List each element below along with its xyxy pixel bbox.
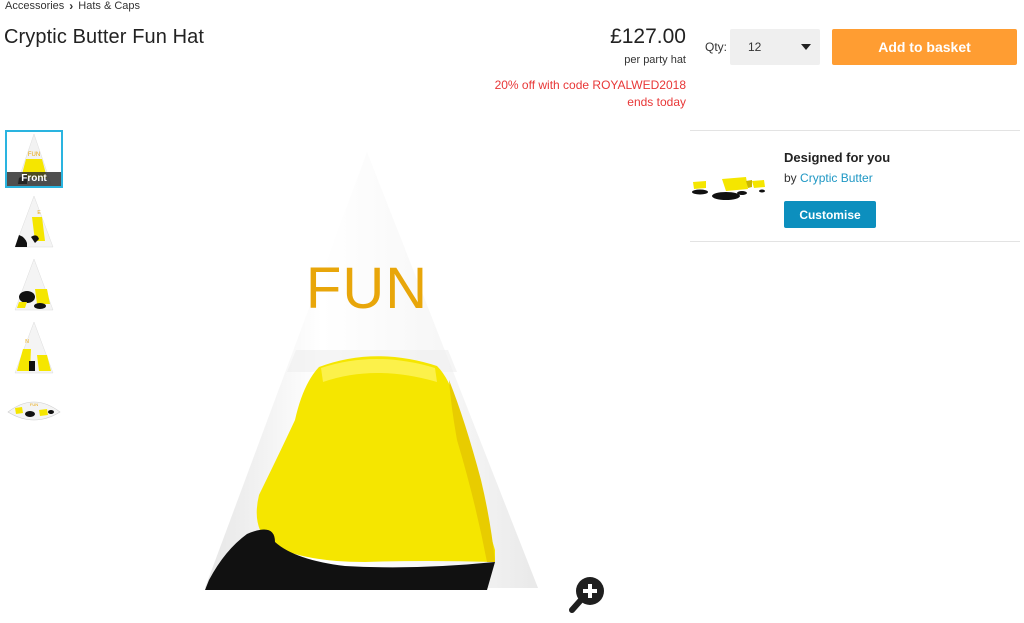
thumbnail-front-label: Front (7, 172, 61, 186)
customise-button[interactable]: Customise (784, 201, 876, 228)
caret-down-icon (801, 44, 811, 50)
breadcrumb-accessories[interactable]: Accessories (5, 0, 64, 12)
hat-side-3-thumbnail-image: N (14, 321, 54, 374)
breadcrumb: Accessories › Hats & Caps (5, 0, 140, 12)
page-title: Cryptic Butter Fun Hat (4, 26, 205, 48)
thumbnail-side-1[interactable]: E (5, 193, 63, 251)
designer-by-prefix: by (784, 171, 797, 185)
svg-text:N: N (25, 339, 29, 345)
hat-side-2-thumbnail-image (14, 258, 54, 311)
price-unit: per party hat (624, 54, 686, 66)
main-product-image[interactable]: FUN (195, 150, 555, 605)
designer-title: Designed for you (784, 150, 891, 165)
designer-by-line: by Cryptic Butter (784, 171, 873, 185)
thumbnail-front[interactable]: FUN Front (5, 130, 63, 188)
designer-link[interactable]: Cryptic Butter (800, 171, 873, 185)
designer-panel: Designed for you by Cryptic Butter Custo… (690, 130, 1020, 242)
hat-side-1-thumbnail-image: E (14, 195, 54, 248)
product-price: £127.00 (610, 25, 686, 48)
hat-print-text: FUN (306, 256, 428, 321)
breadcrumb-hats-caps[interactable]: Hats & Caps (78, 0, 140, 12)
chevron-right-icon: › (69, 0, 74, 13)
promo-code-text: 20% off with code ROYALWED2018 (494, 78, 686, 92)
add-to-basket-button[interactable]: Add to basket (832, 29, 1017, 65)
thumbnail-side-2[interactable] (5, 256, 63, 314)
hat-flat-thumbnail-image: FUN (7, 401, 61, 421)
zoom-in-icon (569, 577, 604, 613)
promo-message: 20% off with code ROYALWED2018 ends toda… (446, 77, 686, 111)
svg-text:FUN: FUN (28, 152, 40, 158)
svg-text:FUN: FUN (30, 402, 38, 407)
qty-label: Qty: (705, 40, 728, 54)
quantity-value: 12 (748, 40, 762, 54)
thumbnail-flat[interactable]: FUN (5, 382, 63, 440)
thumbnail-side-3[interactable]: N (5, 319, 63, 377)
zoom-in-button[interactable] (569, 574, 609, 614)
quantity-select[interactable]: 12 (730, 29, 820, 65)
design-preview-image[interactable] (690, 171, 772, 205)
party-hat-image: FUN (205, 152, 538, 590)
promo-expiry-text: ends today (627, 95, 686, 109)
